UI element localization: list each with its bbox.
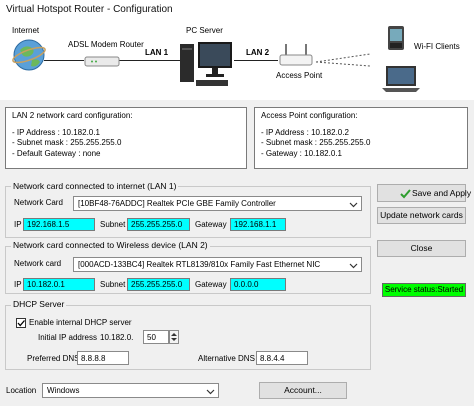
- lan2-card-label: Network card: [14, 259, 62, 268]
- location-label: Location: [6, 386, 37, 395]
- lan2-gateway-label: Gateway: [195, 280, 227, 289]
- lan2-card-value: [000ACD-133BC4] Realtek RTL8139/810x Fam…: [78, 260, 321, 269]
- lan2-ip-field[interactable]: 10.182.0.1: [23, 278, 95, 291]
- globe-icon: [12, 38, 46, 72]
- checkmark-icon: [400, 189, 411, 199]
- lan2-ip-label: IP: [14, 280, 22, 289]
- lan2-ip-value: 10.182.0.1: [27, 280, 65, 289]
- location-select[interactable]: Windows: [42, 383, 219, 398]
- access-point-label: Access Point: [276, 71, 323, 80]
- lan2-config-line: - Subnet mask : 255.255.255.0: [12, 138, 122, 147]
- initial-ip-spinner[interactable]: [169, 330, 179, 344]
- dhcp-group-label: DHCP Server: [11, 299, 67, 309]
- update-network-cards-button[interactable]: Update network cards: [377, 207, 466, 224]
- chevron-down-icon: [349, 263, 358, 269]
- lan1-gateway-field[interactable]: 192.168.1.1: [230, 218, 286, 231]
- cable-internet-modem: [44, 60, 84, 61]
- ap-config-line: - Subnet mask : 255.255.255.0: [261, 138, 371, 147]
- alternative-dns-input[interactable]: 8.8.4.4: [256, 351, 308, 365]
- save-apply-label: Save and Apply: [412, 188, 472, 198]
- lan1-subnet-field[interactable]: 255.255.255.0: [127, 218, 190, 231]
- lan2-gateway-value: 0.0.0.0: [234, 280, 259, 289]
- lan2-subnet-label: Subnet: [100, 280, 126, 289]
- preferred-dns-label: Preferred DNS: [27, 354, 80, 363]
- lan1-card-select[interactable]: [10BF48-76ADDC] Realtek PCIe GBE Family …: [73, 196, 362, 211]
- laptop-icon: [380, 64, 422, 94]
- lan2-config-box: LAN 2 network card configuration: - IP A…: [5, 107, 247, 169]
- title-bar: Virtual Hotspot Router - Configuration: [0, 0, 474, 20]
- lan2-subnet-value: 255.255.255.0: [131, 280, 183, 289]
- initial-ip-last-input[interactable]: 50: [143, 330, 169, 344]
- cable-lan1: [118, 60, 180, 61]
- ap-config-title: Access Point configuration:: [261, 111, 358, 120]
- network-diagram: Internet ADSL Modem Router LAN 1 PC Serv…: [0, 20, 474, 100]
- lan1-gateway-label: Gateway: [195, 220, 227, 229]
- dhcp-enable-checkbox[interactable]: [16, 318, 26, 328]
- close-button[interactable]: Close: [377, 240, 466, 257]
- ap-config-line: - Gateway : 10.182.0.1: [261, 148, 342, 158]
- lan1-group-label: Network card connected to internet (LAN …: [11, 181, 179, 191]
- lan2-subnet-field[interactable]: 255.255.255.0: [127, 278, 190, 291]
- wifi-clients-label: Wi-FI Clients: [414, 42, 460, 51]
- lan1-ip-label: IP: [14, 220, 22, 229]
- service-status-text: Service status:Started: [384, 285, 464, 294]
- lan1-label: LAN 1: [145, 48, 169, 57]
- alternative-dns-value: 8.8.4.4: [260, 354, 285, 363]
- initial-ip-label: Initial IP address: [38, 333, 97, 342]
- initial-ip-prefix: 10.182.0.: [100, 333, 134, 342]
- modem-label: ADSL Modem Router: [68, 40, 144, 49]
- lan2-config-line: - Default Gateway : none: [12, 148, 101, 158]
- lan2-card-select[interactable]: [000ACD-133BC4] Realtek RTL8139/810x Fam…: [73, 257, 362, 272]
- lan2-config-line: - IP Address : 10.182.0.1: [12, 127, 100, 137]
- spinner-arrows-icon: [171, 333, 177, 341]
- initial-ip-last-value: 50: [147, 333, 156, 342]
- lan2-config-title: LAN 2 network card configuration:: [12, 111, 133, 120]
- pc-server-icon: [178, 38, 236, 90]
- internet-label: Internet: [12, 26, 40, 35]
- mobile-device-icon: [384, 24, 410, 54]
- service-status-badge: Service status:Started: [382, 283, 466, 297]
- save-apply-button[interactable]: Save and Apply: [377, 184, 471, 202]
- lan2-gateway-field[interactable]: 0.0.0.0: [230, 278, 286, 291]
- lan2-label: LAN 2: [246, 48, 270, 57]
- access-point-icon: [278, 42, 314, 68]
- update-network-cards-label: Update network cards: [380, 210, 463, 220]
- modem-router-icon: [84, 54, 120, 68]
- lan2-group-label: Network card connected to Wireless devic…: [11, 240, 210, 250]
- lan1-card-value: [10BF48-76ADDC] Realtek PCIe GBE Family …: [78, 199, 276, 208]
- ap-config-box: Access Point configuration: - IP Address…: [254, 107, 468, 169]
- dhcp-enable-label[interactable]: Enable internal DHCP server: [29, 318, 132, 327]
- location-value: Windows: [47, 386, 80, 395]
- preferred-dns-input[interactable]: 8.8.8.8: [77, 351, 129, 365]
- window-title: Virtual Hotspot Router - Configuration: [6, 4, 173, 15]
- cable-lan2: [234, 60, 278, 61]
- lan1-subnet-label: Subnet: [100, 220, 126, 229]
- alternative-dns-label: Alternative DNS: [198, 354, 255, 363]
- close-label: Close: [410, 243, 433, 253]
- lan1-ip-value: 192.168.1.5: [27, 220, 70, 229]
- pc-server-label: PC Server: [186, 26, 223, 35]
- chevron-down-icon: [349, 202, 358, 208]
- lan1-subnet-value: 255.255.255.0: [131, 220, 183, 229]
- ap-config-line: - IP Address : 10.182.0.2: [261, 127, 349, 137]
- preferred-dns-value: 8.8.8.8: [81, 354, 106, 363]
- account-button[interactable]: Account...: [259, 382, 347, 399]
- lan1-gateway-value: 192.168.1.1: [234, 220, 277, 229]
- lan1-card-label: Network Card: [14, 198, 63, 207]
- chevron-down-icon: [206, 389, 215, 395]
- wireless-link: [314, 52, 372, 68]
- account-label: Account...: [284, 385, 322, 395]
- lan1-ip-field[interactable]: 192.168.1.5: [23, 218, 95, 231]
- checkmark-icon: [17, 320, 25, 327]
